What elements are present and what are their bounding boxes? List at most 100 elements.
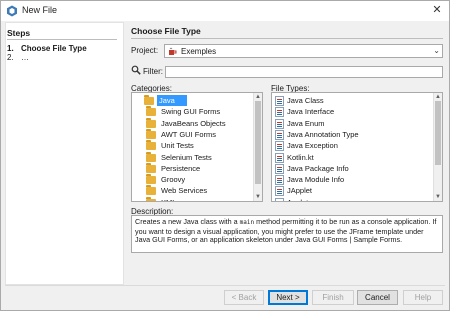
filetype-item-label: Java Class <box>287 96 324 105</box>
filetype-item[interactable]: Java Interface <box>274 106 424 118</box>
chevron-down-icon: ⌄ <box>433 46 440 55</box>
filetype-item-label: JApplet <box>287 186 313 196</box>
step-label: … <box>21 53 29 62</box>
folder-icon <box>146 140 156 151</box>
step-item: 1. Choose File Type <box>7 44 87 53</box>
java-file-icon <box>275 186 284 197</box>
back-button[interactable]: < Back <box>224 290 264 305</box>
filetype-item[interactable]: Java Package Info <box>274 163 424 174</box>
category-item-label: Swing GUI Forms <box>161 107 221 117</box>
scroll-up-icon[interactable]: ▲ <box>435 94 441 100</box>
cancel-button[interactable]: Cancel <box>357 290 398 305</box>
folder-icon <box>146 196 156 201</box>
java-file-icon <box>275 197 284 201</box>
folder-icon <box>144 95 154 105</box>
category-item-label: JavaBeans Objects <box>161 118 226 128</box>
folder-icon <box>146 162 156 173</box>
title-bar <box>1 1 449 21</box>
categories-list[interactable]: ▲ ▼ Java Swing GUI Forms JavaBeans Objects… <box>131 92 263 202</box>
filetype-item-label: Java Interface <box>287 107 335 117</box>
category-item-label: Unit Tests <box>161 141 194 151</box>
filetype-item[interactable]: JApplet <box>274 185 424 197</box>
category-item[interactable]: AWT GUI Forms <box>134 128 248 140</box>
category-item[interactable]: XML <box>134 196 248 201</box>
filetype-item[interactable]: Java Enum <box>274 118 424 129</box>
folder-icon <box>146 106 156 117</box>
filetype-item-label: Java Package Info <box>287 163 349 173</box>
filetype-item-label: Java Exception <box>287 141 338 151</box>
filetype-item[interactable]: Java Module Info <box>274 174 424 186</box>
new-file-dialog: New File ✕ Steps 1. Choose File Type 2.… … <box>0 0 450 311</box>
steps-heading: Steps <box>7 28 31 38</box>
finish-button[interactable]: Finish <box>312 290 354 305</box>
java-file-icon <box>275 129 284 140</box>
filter-input[interactable] <box>165 66 443 78</box>
page-title: Choose File Type <box>131 26 201 36</box>
category-item-label: Persistence <box>161 163 201 173</box>
step-number: 1. <box>7 44 14 53</box>
description-part: Creates a new Java class with a <box>135 217 240 226</box>
category-item[interactable]: Web Services <box>134 185 248 196</box>
filetype-item-label: Java Module Info <box>287 175 345 185</box>
filetype-item-label: Java Annotation Type <box>287 129 359 139</box>
filetype-item-label: Java Enum <box>287 118 325 128</box>
scroll-down-icon[interactable]: ▼ <box>435 194 441 200</box>
category-item-label: Java <box>159 96 175 105</box>
filetype-item[interactable]: Applet <box>274 197 424 201</box>
scroll-up-icon[interactable]: ▲ <box>255 94 261 100</box>
category-item-label: AWT GUI Forms <box>161 129 216 139</box>
close-icon[interactable]: ✕ <box>429 3 445 19</box>
description-code: main <box>239 219 255 226</box>
category-item[interactable]: JavaBeans Objects <box>134 117 248 129</box>
help-button[interactable]: Help <box>403 290 443 305</box>
category-item[interactable]: Groovy <box>134 174 248 185</box>
netbeans-icon <box>7 5 17 17</box>
window-title: New File <box>22 5 58 15</box>
java-file-icon <box>275 141 284 152</box>
title-divider <box>131 38 443 39</box>
next-button[interactable]: Next > <box>268 290 308 305</box>
scrollbar-thumb[interactable] <box>255 101 261 184</box>
category-item-label: Selenium Tests <box>161 152 212 162</box>
magnifier-icon <box>131 65 141 75</box>
java-file-icon <box>275 163 284 174</box>
step-number: 2. <box>7 53 14 62</box>
project-label: Project: <box>131 46 159 55</box>
filetype-item[interactable]: Kotlin.kt <box>274 152 424 163</box>
project-select[interactable]: Exemples ⌄ <box>164 44 443 58</box>
folder-icon <box>146 185 156 196</box>
folder-icon <box>146 117 156 128</box>
java-file-icon <box>275 175 284 186</box>
button-bar-divider <box>5 285 445 286</box>
category-item[interactable]: Selenium Tests <box>134 151 248 163</box>
java-file-icon <box>275 118 284 129</box>
scrollbar-thumb[interactable] <box>435 101 441 165</box>
filter-label: Filter: <box>143 67 163 76</box>
category-item[interactable]: Java <box>144 95 187 106</box>
filetype-item-label: Applet <box>287 197 308 201</box>
java-file-icon <box>275 152 284 163</box>
filetype-item-label: Kotlin.kt <box>287 152 314 162</box>
filetype-item[interactable]: Java Class <box>274 95 424 106</box>
category-item[interactable]: Unit Tests <box>134 140 248 151</box>
filetypes-list[interactable]: ▲ ▼ Java Class Java Interface Java Enum Jav… <box>271 92 443 202</box>
category-item-label: Groovy <box>161 175 186 185</box>
category-item-label: Web Services <box>161 186 208 196</box>
scroll-down-icon[interactable]: ▼ <box>255 194 261 200</box>
filetypes-scrollbar[interactable]: ▲ ▼ <box>433 93 442 201</box>
category-item[interactable]: Swing GUI Forms <box>134 106 248 117</box>
coffee-cup-icon <box>169 47 177 55</box>
filetype-item[interactable]: Java Annotation Type <box>274 129 424 140</box>
step-item: 2. … <box>7 53 29 62</box>
step-label: Choose File Type <box>21 44 87 53</box>
filetype-item[interactable]: Java Exception <box>274 140 424 152</box>
steps-divider <box>7 39 117 40</box>
description-text: Creates a new Java class with a main met… <box>131 215 443 253</box>
folder-icon <box>146 128 156 139</box>
category-item[interactable]: Persistence <box>134 162 248 174</box>
java-file-icon <box>275 107 284 118</box>
folder-icon <box>146 174 156 185</box>
categories-scrollbar[interactable]: ▲ ▼ <box>253 93 262 201</box>
folder-icon <box>146 151 156 162</box>
category-item-label: XML <box>161 197 176 201</box>
